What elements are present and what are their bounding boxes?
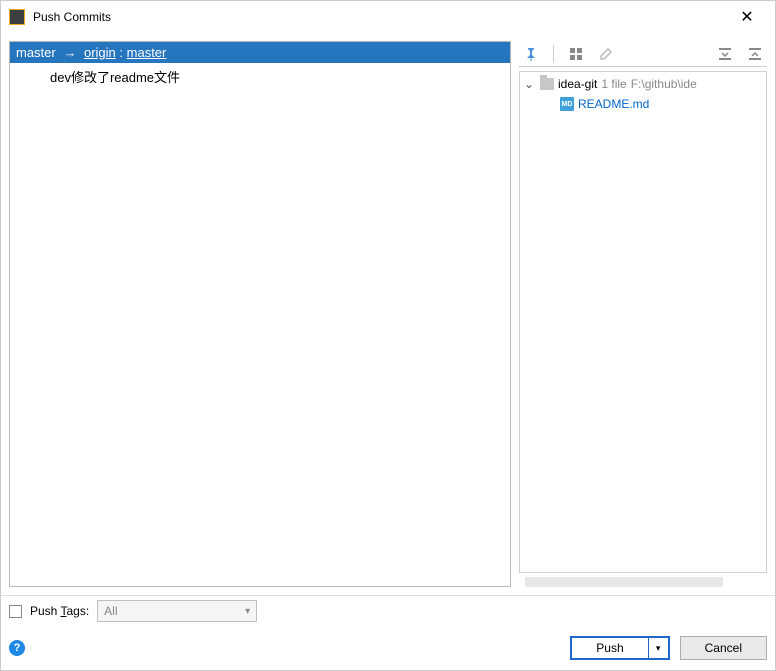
edit-icon[interactable]: [596, 44, 616, 64]
push-button[interactable]: Push: [572, 638, 647, 658]
expand-all-icon[interactable]: [715, 44, 735, 64]
group-icon[interactable]: [566, 44, 586, 64]
file-tree[interactable]: ⌄ idea-git 1 file F:\github\ide MD READM…: [519, 71, 767, 573]
push-tags-label: Push Tags:: [30, 604, 89, 618]
chevron-down-icon: ▾: [245, 606, 250, 617]
main-area: master → origin : master dev修改了readme文件: [1, 33, 775, 595]
push-tags-checkbox[interactable]: [9, 605, 22, 618]
cancel-button[interactable]: Cancel: [680, 636, 767, 660]
remote-name[interactable]: origin: [84, 45, 116, 60]
horizontal-scrollbar[interactable]: [525, 577, 723, 587]
markdown-file-icon: MD: [560, 97, 574, 111]
arrow-icon: →: [63, 45, 76, 60]
project-node[interactable]: ⌄ idea-git 1 file F:\github\ide: [522, 74, 764, 94]
push-dropdown-button[interactable]: ▾: [648, 638, 668, 658]
file-node[interactable]: MD README.md: [522, 94, 764, 114]
project-path: F:\github\ide: [631, 77, 697, 91]
collapse-all-icon[interactable]: [745, 44, 765, 64]
file-name: README.md: [578, 97, 649, 111]
file-count: 1 file: [601, 77, 626, 91]
app-icon: [9, 9, 25, 25]
branch-header[interactable]: master → origin : master: [10, 42, 510, 63]
project-name: idea-git: [558, 77, 597, 91]
folder-icon: [540, 78, 554, 90]
push-split-button: Push ▾: [570, 636, 669, 660]
close-button[interactable]: ✕: [727, 3, 767, 31]
changes-panel: ⌄ idea-git 1 file F:\github\ide MD READM…: [519, 41, 767, 587]
push-tags-combo[interactable]: All ▾: [97, 600, 257, 622]
commit-message: dev修改了readme文件: [50, 70, 180, 85]
pin-icon[interactable]: [521, 44, 541, 64]
dialog-buttons: ? Push ▾ Cancel: [1, 630, 775, 670]
changes-toolbar: [519, 41, 767, 67]
help-button[interactable]: ?: [9, 640, 25, 656]
colon: :: [119, 45, 126, 60]
remote-branch[interactable]: master: [127, 45, 167, 60]
commits-panel: master → origin : master dev修改了readme文件: [9, 41, 511, 587]
titlebar: Push Commits ✕: [1, 1, 775, 33]
combo-value: All: [104, 604, 117, 618]
window-title: Push Commits: [33, 10, 111, 24]
commit-item[interactable]: dev修改了readme文件: [10, 63, 510, 90]
push-tags-row: Push Tags: All ▾: [1, 595, 775, 630]
chevron-down-icon[interactable]: ⌄: [522, 77, 536, 91]
local-branch: master: [16, 45, 56, 60]
